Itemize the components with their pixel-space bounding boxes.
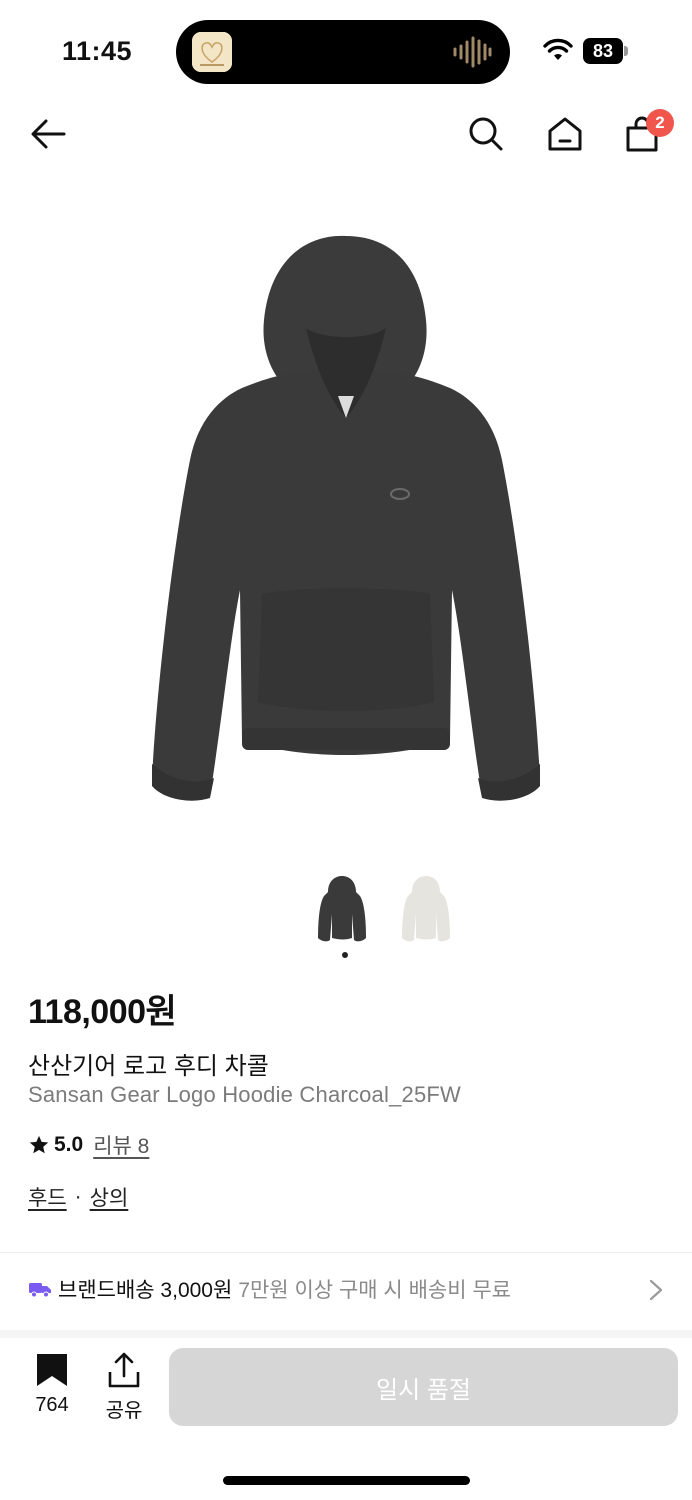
dynamic-island[interactable]	[176, 20, 510, 84]
category-breadcrumb: 후드 · 상의	[28, 1182, 128, 1212]
bookmark-count: 764	[35, 1394, 69, 1416]
category-separator: ·	[74, 1185, 82, 1208]
rating-value: 5.0	[54, 1133, 84, 1156]
color-thumbnails	[300, 868, 480, 958]
product-name-english: Sansan Gear Logo Hoodie Charcoal_25FW	[28, 1082, 461, 1107]
star-icon	[29, 1135, 49, 1154]
free-shipping-note: 7만원 이상 구매 시 배송비 무료	[238, 1279, 512, 1302]
search-icon	[469, 117, 503, 151]
bookmark-button[interactable]: 764	[24, 1352, 80, 1422]
search-button[interactable]	[464, 112, 508, 156]
back-button[interactable]	[26, 112, 70, 156]
battery-tip	[624, 46, 628, 56]
sold-out-button[interactable]: 일시 품절	[169, 1348, 678, 1426]
product-name-korean: 산산기어 로고 후디 차콜	[28, 1053, 269, 1080]
share-button[interactable]: 공유	[96, 1352, 152, 1422]
battery-level: 83	[583, 38, 623, 64]
top-nav-bar	[0, 100, 692, 170]
home-indicator[interactable]	[223, 1476, 470, 1485]
share-label: 공유	[105, 1400, 143, 1422]
carousel-indicator-dot	[342, 952, 348, 958]
home-icon	[548, 117, 582, 151]
arrow-left-icon	[31, 119, 66, 149]
battery-indicator: 83	[583, 38, 629, 64]
home-button[interactable]	[543, 112, 587, 156]
rating-row: 5.0 리뷰 8	[28, 1130, 149, 1160]
thumbnail-ivory[interactable]	[394, 868, 458, 948]
cart-count-badge: 2	[646, 109, 674, 137]
shipping-info-row[interactable]: 브랜드배송 3,000원 7만원 이상 구매 시 배송비 무료	[0, 1254, 692, 1324]
product-main-image[interactable]	[130, 220, 562, 820]
category-link-top[interactable]: 상의	[90, 1182, 129, 1212]
shipping-fee-label: 브랜드배송 3,000원	[58, 1279, 233, 1302]
category-link-hoodie[interactable]: 후드	[28, 1182, 67, 1212]
product-price: 118,000원	[28, 993, 177, 1031]
section-divider	[0, 1330, 692, 1338]
audio-waveform-icon	[452, 36, 492, 68]
share-icon	[108, 1352, 140, 1388]
thumbnail-charcoal[interactable]	[310, 868, 374, 948]
bottom-action-bar: 764 공유 일시 품절	[0, 1338, 692, 1438]
wifi-icon	[543, 38, 573, 62]
status-time: 11:45	[62, 36, 133, 66]
delivery-truck-icon	[29, 1283, 51, 1298]
review-link[interactable]: 리뷰 8	[93, 1130, 149, 1160]
bookmark-icon	[37, 1354, 67, 1386]
divider	[0, 1252, 692, 1253]
now-playing-app-icon	[192, 32, 232, 72]
chevron-right-icon	[649, 1279, 663, 1301]
status-bar: 11:45 83	[0, 0, 692, 100]
